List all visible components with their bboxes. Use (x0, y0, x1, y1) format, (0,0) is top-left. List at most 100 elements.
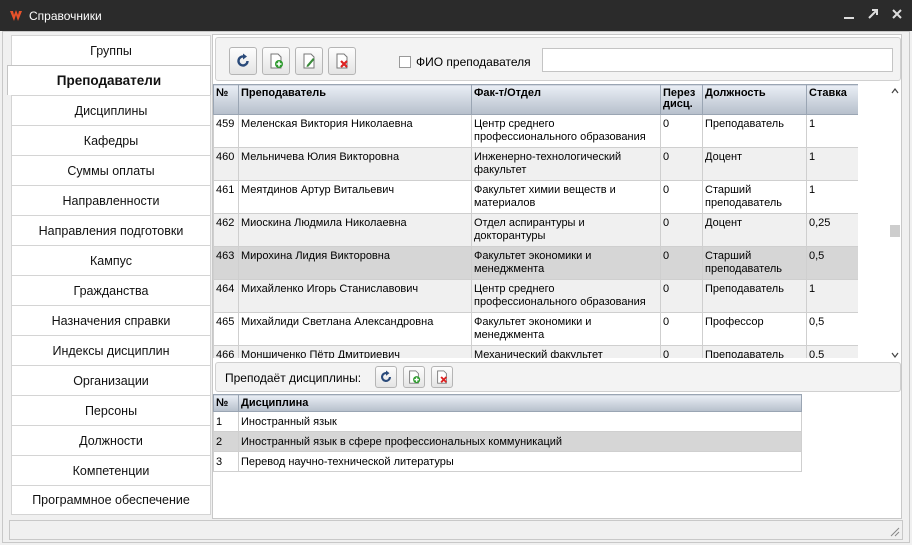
sidebar-item[interactable]: Направленности (11, 185, 211, 215)
disciplines-add-button[interactable] (403, 366, 425, 388)
sidebar-item[interactable]: Индексы дисциплин (11, 335, 211, 365)
list-item[interactable]: 1 Иностранный язык (213, 411, 802, 432)
sidebar-item[interactable]: Персоны (11, 395, 211, 425)
refresh-button[interactable] (229, 47, 257, 75)
scroll-thumb[interactable] (890, 225, 900, 237)
table-row[interactable]: 466 Моншиченко Пётр Дмитриевич Механически… (213, 345, 858, 358)
teacher-name: Мельничева Юлия Викторовна (238, 147, 472, 181)
edit-icon (303, 53, 315, 69)
row-number: 2 (213, 431, 239, 452)
discipline-name: Иностранный язык (238, 411, 802, 432)
column-header[interactable]: № (213, 84, 239, 115)
rezerv-count: 0 (660, 180, 703, 214)
column-header[interactable]: Должность (702, 84, 807, 115)
rezerv-count: 0 (660, 312, 703, 346)
teacher-name: Моншиченко Пётр Дмитриевич (238, 345, 472, 358)
delete-icon (336, 53, 348, 69)
table-row[interactable]: 464 Михайленко Игорь Станиславович Центр с… (213, 279, 858, 313)
teacher-position: Преподаватель (702, 114, 807, 148)
filter-label: ФИО преподавателя (416, 55, 531, 69)
scroll-down-icon (891, 352, 899, 358)
rezerv-count: 0 (660, 345, 703, 358)
minimize-icon[interactable] (842, 7, 856, 21)
teacher-rate: 1 (806, 180, 858, 214)
sidebar-item[interactable]: Кампус (11, 245, 211, 275)
edit-button[interactable] (295, 47, 323, 75)
sidebar: Группы Преподаватели Дисциплины Кафедры Сумм… (7, 35, 211, 515)
filter-checkbox[interactable] (399, 56, 411, 68)
sidebar-item[interactable]: Организации (11, 365, 211, 395)
teacher-rate: 1 (806, 147, 858, 181)
teacher-rate: 0,5 (806, 246, 858, 280)
teacher-rate: 1 (806, 279, 858, 313)
delete-icon (437, 370, 448, 384)
teacher-position: Преподаватель (702, 279, 807, 313)
table-row[interactable]: 461 Меятдинов Артур Витальевич Факультет х… (213, 180, 858, 214)
sidebar-item[interactable]: Назначения справки (11, 305, 211, 335)
row-number: 465 (213, 312, 239, 346)
disciplines-refresh-button[interactable] (375, 366, 397, 388)
teacher-rate: 1 (806, 114, 858, 148)
column-header[interactable]: Дисциплина (238, 394, 802, 412)
table-row[interactable]: 462 Миоскина Людмила Николаевна Отдел аспи… (213, 213, 858, 247)
row-number: 461 (213, 180, 239, 214)
column-header[interactable]: Преподаватель (238, 84, 472, 115)
sidebar-item[interactable]: Программное обеспечение (11, 485, 211, 515)
teacher-rate: 0,25 (806, 213, 858, 247)
row-number: 466 (213, 345, 239, 358)
sidebar-item[interactable]: Преподаватели (7, 65, 211, 95)
teacher-position: Преподаватель (702, 345, 807, 358)
sidebar-item[interactable]: Суммы оплаты (11, 155, 211, 185)
list-item[interactable]: 3 Перевод научно-технической литературы (213, 451, 802, 472)
teacher-department: Отдел аспирантуры и докторантуры (471, 213, 661, 247)
row-number: 1 (213, 411, 239, 432)
teacher-department: Факультет химии веществ и материалов (471, 180, 661, 214)
sidebar-item[interactable]: Компетенции (11, 455, 211, 485)
table-row[interactable]: 459 Меленская Виктория Николаевна Центр ср… (213, 114, 858, 148)
teacher-name: Михайленко Игорь Станиславович (238, 279, 472, 313)
main-panel: ФИО преподавателя № Преподаватель Фак-т/От… (212, 34, 902, 519)
resize-grip-icon[interactable] (888, 525, 900, 537)
sidebar-item[interactable]: Направления подготовки (11, 215, 211, 245)
maximize-icon[interactable] (866, 7, 880, 21)
teacher-name: Меленская Виктория Николаевна (238, 114, 472, 148)
teacher-department: Факультет экономики и менеджмента (471, 246, 661, 280)
column-header[interactable]: № (213, 394, 239, 412)
teacher-search-input[interactable] (542, 48, 893, 72)
add-button[interactable] (262, 47, 290, 75)
sidebar-item[interactable]: Дисциплины (11, 95, 211, 125)
teacher-name: Михайлиди Светлана Александровна (238, 312, 472, 346)
row-number: 459 (213, 114, 239, 148)
table-row[interactable]: 463 Мирохина Лидия Викторовна Факультет эк… (213, 246, 858, 280)
title-bar: Справочники (0, 0, 912, 31)
disciplines-label: Преподаёт дисциплины: (225, 371, 362, 385)
teachers-scrollbar[interactable] (888, 85, 902, 359)
sidebar-item[interactable]: Должности (11, 425, 211, 455)
row-number: 460 (213, 147, 239, 181)
teacher-department: Факультет экономики и менеджмента (471, 312, 661, 346)
sidebar-item[interactable]: Группы (11, 35, 211, 65)
sidebar-item[interactable]: Кафедры (11, 125, 211, 155)
window-title: Справочники (29, 8, 102, 23)
delete-button[interactable] (328, 47, 356, 75)
disciplines-delete-button[interactable] (431, 366, 453, 388)
scroll-up-icon (891, 88, 899, 94)
rezerv-count: 0 (660, 279, 703, 313)
close-icon[interactable] (890, 7, 904, 21)
column-header[interactable]: Ставка (806, 84, 858, 115)
teachers-toolbar: ФИО преподавателя (215, 37, 901, 81)
list-item[interactable]: 2 Иностранный язык в сфере профессиональн… (213, 431, 802, 452)
teacher-department: Механический факультет (471, 345, 661, 358)
add-icon (409, 370, 421, 384)
table-row[interactable]: 465 Михайлиди Светлана Александровна Факул… (213, 312, 858, 346)
add-icon (270, 53, 283, 69)
discipline-name: Перевод научно-технической литературы (238, 451, 802, 472)
column-header[interactable]: Фак-т/Отдел (471, 84, 661, 115)
teachers-grid: № Преподаватель Фак-т/Отдел Перез дисц. Долж… (213, 84, 858, 358)
teacher-position: Доцент (702, 213, 807, 247)
table-row[interactable]: 460 Мельничева Юлия Викторовна Инженерно-т… (213, 147, 858, 181)
column-header[interactable]: Перез дисц. (660, 84, 703, 115)
row-number: 3 (213, 451, 239, 472)
rezerv-count: 0 (660, 147, 703, 181)
sidebar-item[interactable]: Гражданства (11, 275, 211, 305)
